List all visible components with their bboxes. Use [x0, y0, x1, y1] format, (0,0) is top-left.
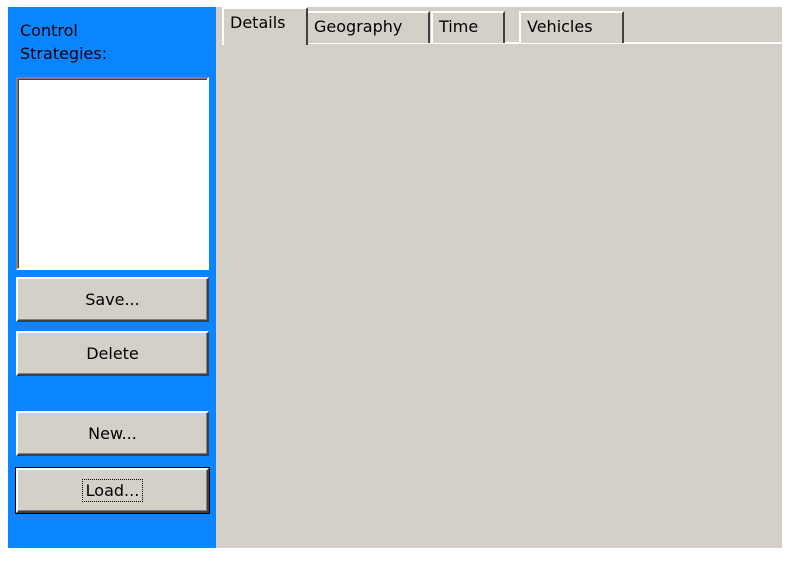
control-strategies-panel: Control Strategies: Save... Delete New..… [8, 7, 216, 548]
delete-button-label: Delete [86, 344, 139, 363]
control-strategy-window: Control Strategies: Save... Delete New..… [0, 0, 794, 576]
save-button-label: Save... [85, 290, 140, 309]
tab-vehicles[interactable]: Vehicles [519, 11, 624, 43]
new-button[interactable]: New... [16, 411, 209, 456]
tab-control: Details Geography Time Vehicles [216, 7, 782, 548]
delete-button[interactable]: Delete [16, 331, 209, 376]
tab-time[interactable]: Time [431, 11, 505, 43]
tab-details[interactable]: Details [222, 7, 308, 45]
save-button[interactable]: Save... [16, 277, 209, 322]
tab-strip: Details Geography Time Vehicles [216, 7, 782, 45]
tab-geography[interactable]: Geography [306, 11, 430, 43]
load-button-label: Load... [81, 479, 144, 502]
new-button-label: New... [88, 424, 137, 443]
control-strategies-list[interactable] [16, 77, 209, 270]
load-button[interactable]: Load... [15, 467, 210, 514]
control-strategies-label: Control Strategies: [20, 21, 108, 63]
details-tab-content [216, 45, 782, 548]
